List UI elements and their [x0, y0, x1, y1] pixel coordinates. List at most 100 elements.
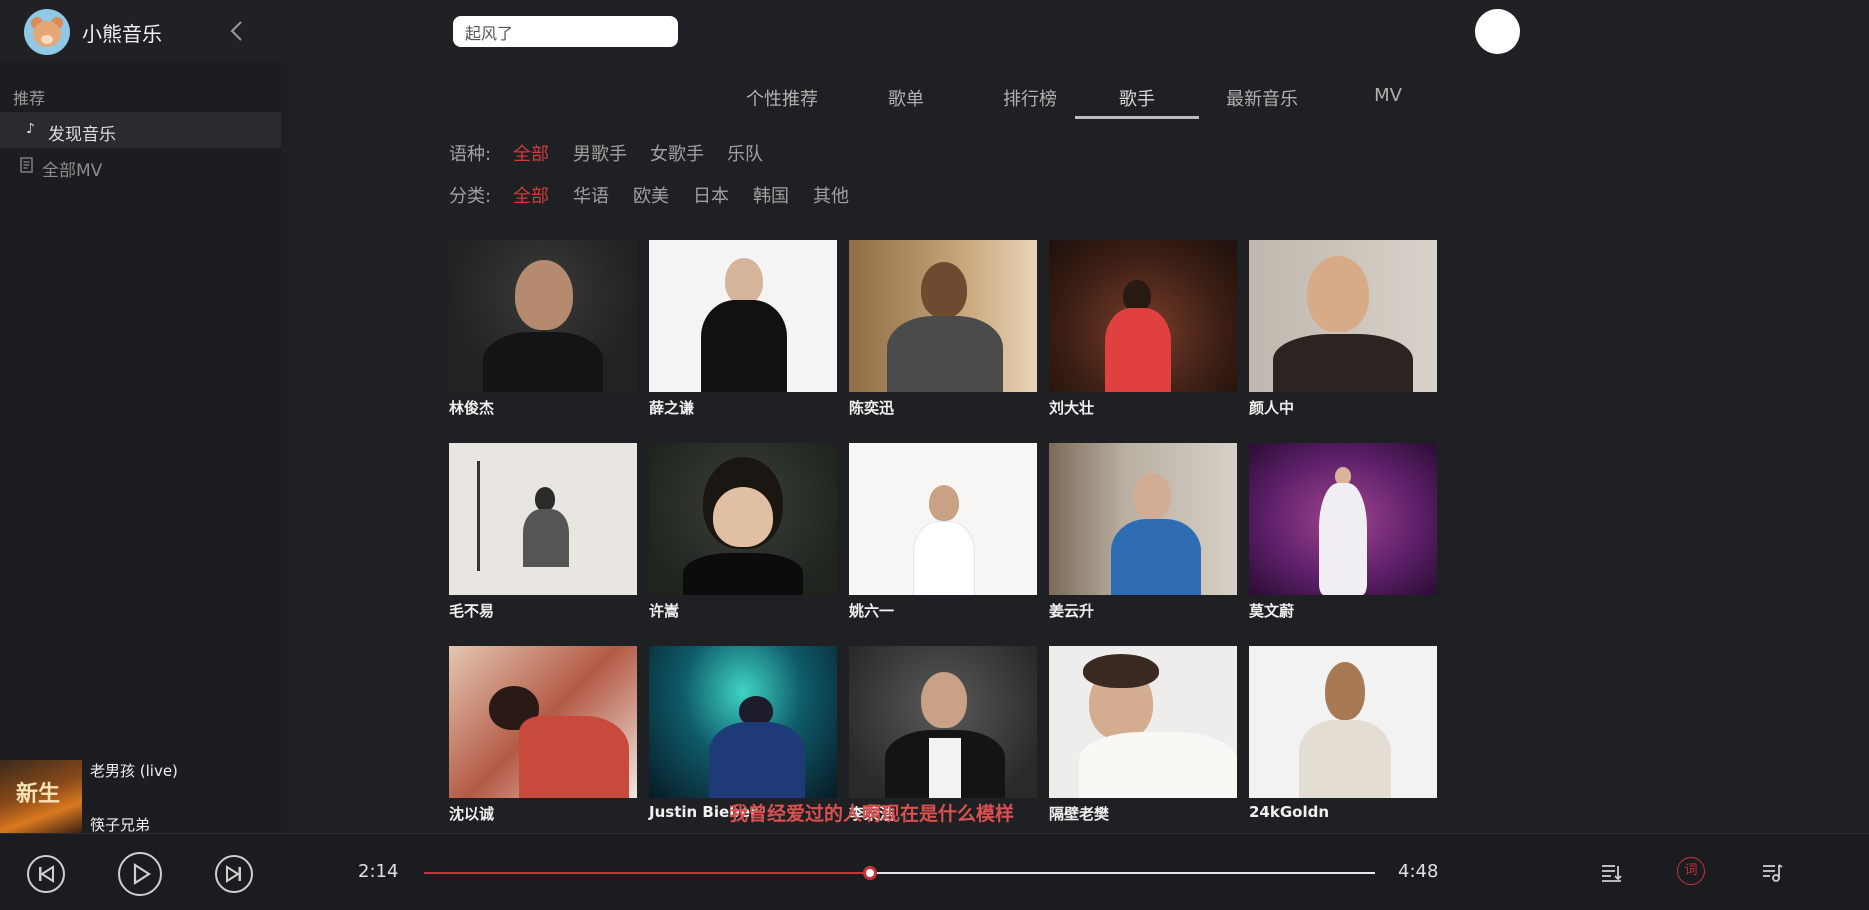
lyric-line: 我曾经爱过的人啊现在是什么模样	[729, 803, 1015, 825]
artist-figure	[1299, 720, 1391, 798]
artist-figure	[701, 300, 787, 392]
app-logo	[24, 9, 70, 55]
artist-photo[interactable]	[449, 240, 637, 392]
artist-name: 沈以诚	[449, 805, 495, 823]
tab-label: 个性推荐	[746, 89, 818, 110]
artist-name: 隔壁老樊	[1049, 805, 1110, 823]
play-button[interactable]	[118, 852, 162, 896]
tab-personal-recommend[interactable]: 个性推荐	[720, 80, 844, 120]
next-button[interactable]	[215, 855, 253, 893]
artist-figure	[713, 487, 773, 547]
logo-bear-snout	[41, 35, 53, 44]
artist-hair	[1083, 654, 1159, 688]
artist-photo[interactable]	[1049, 646, 1237, 798]
artist-figure	[1307, 256, 1369, 332]
artist-photo[interactable]	[649, 240, 837, 392]
artist-name: 刘大壮	[1049, 399, 1095, 417]
artist-figure	[913, 521, 975, 595]
artist-figure	[1111, 519, 1201, 595]
artist-figure	[929, 485, 959, 521]
artist-figure	[523, 509, 569, 567]
skip-previous-icon	[39, 865, 54, 883]
floor-lamp	[477, 461, 480, 571]
artist-photo[interactable]	[1249, 240, 1437, 392]
player-bar: 2:14 4:48 词	[0, 833, 1869, 910]
artist-name: 24kGoldn	[1249, 803, 1330, 821]
sidebar-item-label: 发现音乐	[48, 125, 116, 145]
artist-photo[interactable]	[449, 646, 637, 798]
music-note-icon: ♪	[26, 121, 35, 137]
artist-name: 姚六一	[849, 602, 895, 620]
tab-label: 排行榜	[1003, 89, 1057, 110]
current-time: 2:14	[358, 861, 399, 882]
artist-name: 林俊杰	[449, 399, 495, 417]
filter-option-all[interactable]: 全部	[513, 182, 549, 208]
now-playing-cover[interactable]: 新生	[0, 760, 82, 833]
artist-photo[interactable]	[849, 240, 1037, 392]
top-bar: 小熊音乐	[0, 0, 1869, 63]
artist-figure	[519, 716, 629, 798]
playlist-music-icon	[1763, 864, 1783, 882]
progress-handle[interactable]	[862, 866, 877, 880]
tab-playlists[interactable]: 歌单	[844, 80, 968, 120]
playlist-button[interactable]	[1760, 860, 1784, 888]
sidebar-item-discover-music[interactable]: ♪ 发现音乐	[0, 112, 281, 148]
artist-figure	[709, 722, 805, 798]
tab-label: 歌单	[888, 89, 924, 110]
total-time: 4:48	[1398, 861, 1439, 882]
artist-photo[interactable]	[1249, 443, 1437, 595]
lyrics-button[interactable]: 词	[1677, 857, 1705, 885]
artist-figure	[1105, 308, 1171, 392]
artist-figure	[535, 487, 555, 511]
tab-charts[interactable]: 排行榜	[968, 80, 1092, 120]
now-playing-mini[interactable]: 新生 老男孩 (live) 筷子兄弟	[0, 760, 281, 834]
tab-singers[interactable]: 歌手	[1075, 80, 1199, 120]
artist-photo[interactable]	[1049, 240, 1237, 392]
previous-button[interactable]	[27, 855, 65, 893]
tab-new-music[interactable]: 最新音乐	[1200, 80, 1324, 120]
skip-next-icon	[226, 865, 241, 883]
sidebar-item-all-mv[interactable]: 全部MV	[0, 148, 281, 184]
back-button[interactable]	[224, 16, 250, 46]
artist-photo[interactable]	[1049, 443, 1237, 595]
tab-label: 歌手	[1119, 89, 1155, 110]
artist-photo[interactable]	[849, 646, 1037, 798]
artist-name: 毛不易	[449, 602, 495, 620]
filter-option-japan[interactable]: 日本	[693, 182, 729, 208]
artist-photo[interactable]	[449, 443, 637, 595]
artist-name: 莫文蔚	[1249, 602, 1295, 620]
artist-figure	[1325, 662, 1365, 720]
filter-option-all[interactable]: 全部	[513, 140, 549, 166]
filter-option-female[interactable]: 女歌手	[650, 140, 704, 166]
search-input[interactable]	[453, 16, 678, 47]
artist-photo[interactable]	[849, 443, 1037, 595]
artist-name: 姜云升	[1049, 602, 1095, 620]
sidebar-section-title: 推荐	[13, 89, 46, 108]
artist-photo[interactable]	[649, 646, 837, 798]
artist-figure	[483, 332, 603, 392]
artist-name: 颜人中	[1249, 399, 1295, 417]
artist-figure	[1133, 473, 1171, 519]
artist-photo[interactable]	[1249, 646, 1437, 798]
filter-option-other[interactable]: 其他	[813, 182, 849, 208]
progress-fill	[424, 872, 870, 874]
artist-photo[interactable]	[649, 443, 837, 595]
user-avatar[interactable]	[1475, 9, 1520, 54]
chevron-left-icon	[230, 21, 242, 41]
artist-figure	[725, 258, 763, 304]
now-playing-title: 老男孩 (live)	[90, 762, 178, 780]
artist-figure	[887, 316, 1003, 392]
filter-option-western[interactable]: 欧美	[633, 182, 669, 208]
filter-option-korea[interactable]: 韩国	[753, 182, 789, 208]
sidebar: 推荐 ♪ 发现音乐 全部MV 新生 老男孩 (live) 筷子兄弟	[0, 63, 281, 834]
filter-label: 分类:	[449, 186, 492, 207]
filter-option-chinese[interactable]: 华语	[573, 182, 609, 208]
filter-option-band[interactable]: 乐队	[727, 140, 763, 166]
app-name: 小熊音乐	[82, 22, 162, 46]
progress-bar[interactable]	[424, 866, 1375, 880]
filter-option-male[interactable]: 男歌手	[573, 140, 627, 166]
artist-figure	[515, 260, 573, 330]
tab-mv[interactable]: MV	[1326, 80, 1450, 120]
artist-figure	[921, 672, 967, 728]
playlist-order-button[interactable]	[1599, 860, 1623, 888]
